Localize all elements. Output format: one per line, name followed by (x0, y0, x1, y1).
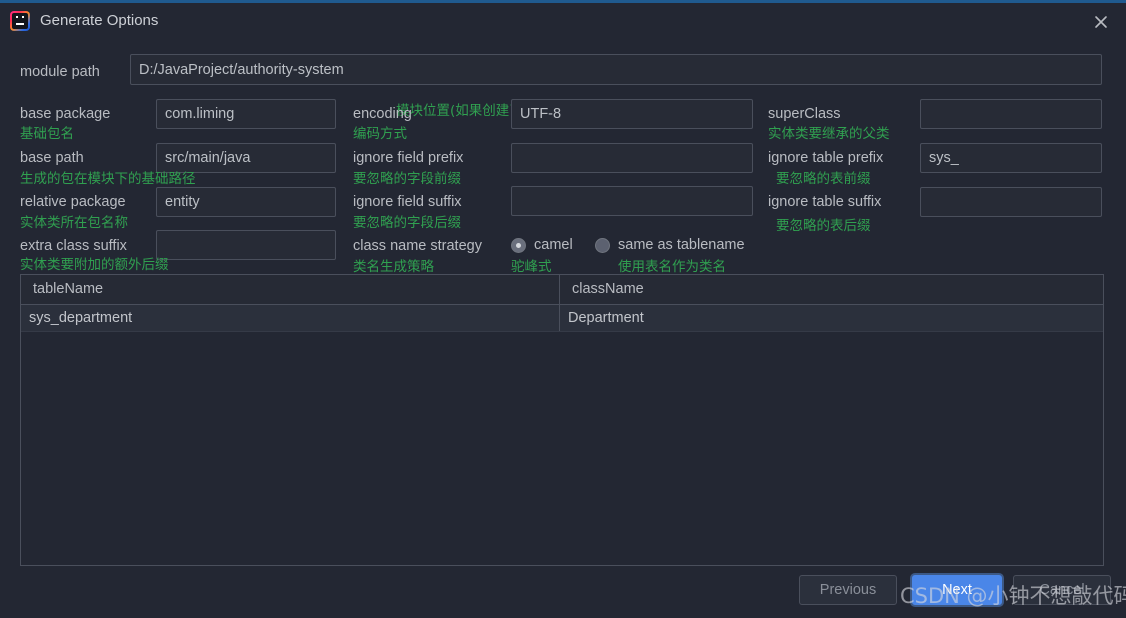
ignore-table-prefix-input[interactable] (920, 143, 1102, 173)
dialog-title: Generate Options (40, 12, 159, 29)
radio-camel[interactable]: camel (511, 237, 573, 253)
base-package-hint: 基础包名 (20, 126, 74, 142)
base-package-input[interactable] (156, 99, 336, 129)
previous-button[interactable]: Previous (799, 575, 897, 605)
radio-same-as-tablename-label: same as tablename (618, 237, 745, 253)
module-path-input[interactable] (130, 54, 1102, 85)
table-row[interactable]: sys_department Department (21, 305, 1103, 332)
super-class-label: superClass (768, 106, 841, 122)
title-bar: Generate Options (0, 3, 1126, 41)
ignore-table-suffix-input[interactable] (920, 187, 1102, 217)
ignore-field-suffix-input[interactable] (511, 186, 753, 216)
ignore-field-prefix-label: ignore field prefix (353, 150, 464, 166)
ignore-field-suffix-hint: 要忽略的字段后缀 (353, 215, 461, 231)
close-icon[interactable] (1090, 11, 1112, 33)
relative-package-input[interactable] (156, 187, 336, 217)
encoding-hint: 编码方式 (353, 126, 407, 142)
radio-camel-label: camel (534, 237, 573, 253)
ignore-table-prefix-hint: 要忽略的表前缀 (776, 171, 871, 187)
class-name-strategy-label: class name strategy (353, 238, 482, 254)
column-header-classname[interactable]: className (560, 275, 1103, 304)
super-class-hint: 实体类要继承的父类 (768, 126, 890, 142)
ignore-field-prefix-hint: 要忽略的字段前缀 (353, 171, 461, 187)
column-header-tablename[interactable]: tableName (21, 275, 560, 304)
ignore-table-suffix-label: ignore table suffix (768, 194, 882, 210)
cell-tablename: sys_department (21, 305, 560, 331)
base-path-label: base path (20, 150, 84, 166)
ignore-table-suffix-hint: 要忽略的表后缀 (776, 218, 871, 234)
relative-package-label: relative package (20, 194, 126, 210)
intellij-idea-icon (10, 11, 30, 31)
generate-options-dialog: Generate Options module path 模块位置(如果创建了多… (0, 0, 1126, 618)
radio-camel-indicator (511, 237, 526, 253)
ignore-field-suffix-label: ignore field suffix (353, 194, 462, 210)
relative-package-hint: 实体类所在包名称 (20, 215, 128, 231)
module-path-label: module path (20, 64, 100, 80)
base-path-input[interactable] (156, 143, 336, 173)
super-class-input[interactable] (920, 99, 1102, 129)
ignore-field-prefix-input[interactable] (511, 143, 753, 173)
extra-class-suffix-label: extra class suffix (20, 238, 127, 254)
extra-class-suffix-input[interactable] (156, 230, 336, 260)
radio-same-as-tablename-indicator (595, 237, 610, 253)
encoding-input[interactable] (511, 99, 753, 129)
base-package-label: base package (20, 106, 111, 122)
encoding-label: encoding (353, 106, 412, 122)
dialog-content: module path 模块位置(如果创建了多个module,点击这个会让你选择… (0, 41, 1126, 618)
cancel-button[interactable]: Cancel (1013, 575, 1111, 605)
ignore-table-prefix-label: ignore table prefix (768, 150, 884, 166)
tables-grid[interactable]: tableName className sys_department Depar… (20, 274, 1104, 566)
radio-same-as-tablename[interactable]: same as tablename (595, 237, 745, 253)
cell-classname[interactable]: Department (560, 305, 1103, 331)
extra-class-suffix-hint: 实体类要附加的额外后缀 (20, 257, 169, 273)
next-button[interactable]: Next (912, 575, 1002, 605)
base-path-hint: 生成的包在模块下的基础路径 (20, 171, 196, 187)
table-header-row: tableName className (21, 275, 1103, 305)
